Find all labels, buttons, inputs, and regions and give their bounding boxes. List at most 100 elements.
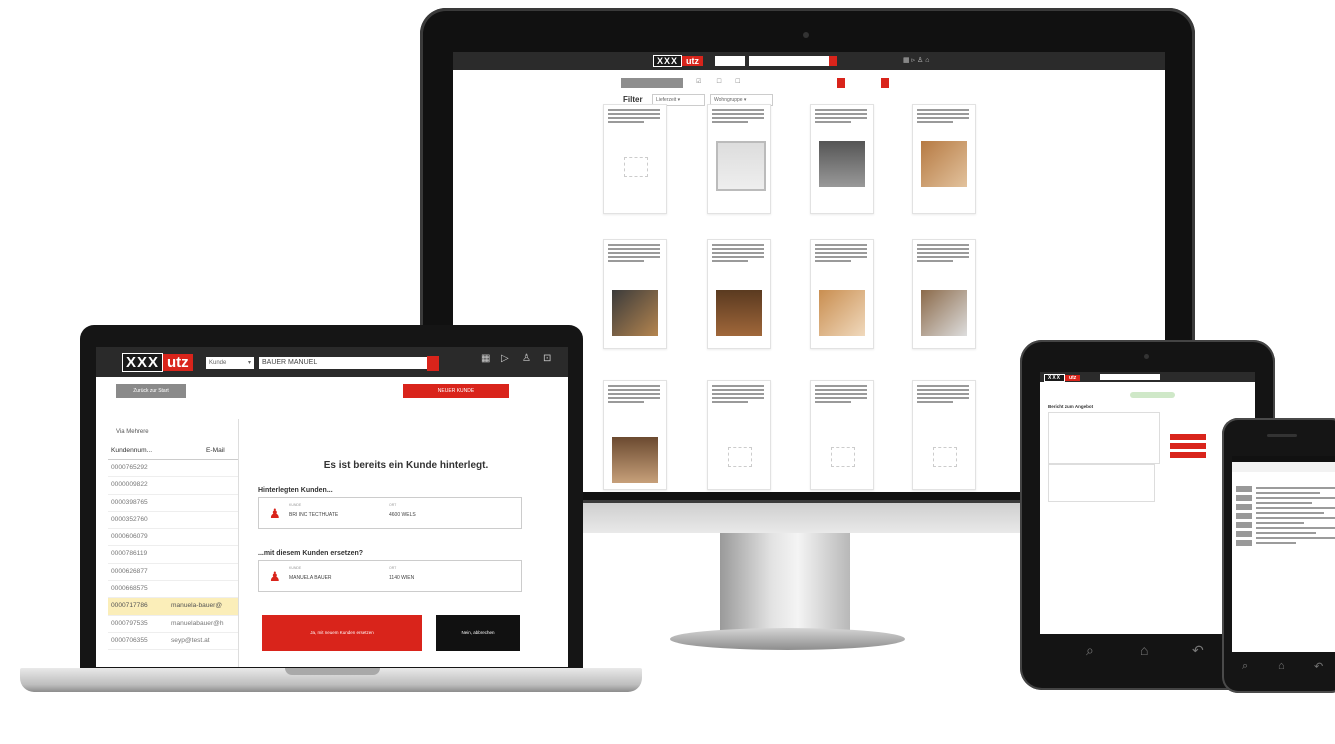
laptop-logo: XXX utz [122,353,193,372]
current-customer-card[interactable]: ♟ KUNDE BRI INC TECTHUATE ORT 4600 WELS [258,497,522,529]
phone-home-icon[interactable]: ⌂ [1278,660,1285,672]
product-card[interactable] [707,104,771,214]
customer1-name: BRI INC TECTHUATE [289,512,339,518]
customer-number-cell: 0000765292 [111,464,148,471]
back-button-label: Zurück zur Start [133,388,169,394]
wall-unit-image [921,290,967,336]
cart-icon[interactable]: ⊡ [543,353,551,364]
customer-number-cell: 0000352760 [111,515,148,523]
confirm-replace-button[interactable]: Ja, mit neuem Kunden ersetzen [262,615,422,651]
tablet-home-icon[interactable]: ⌂ [1140,642,1148,658]
product-card[interactable] [912,380,976,490]
search-category-select[interactable]: Kunde ▾ [206,357,254,369]
customer2-name-label: KUNDE [289,566,302,570]
customer-number-cell: 0000626877 [111,567,148,575]
tablet-red-button-1[interactable] [1170,434,1206,440]
new-customer-card[interactable]: ♟ KUNDE MANUELA BAUER ORT 1140 WIEN [258,560,522,592]
monitor-date-red-1[interactable] [837,78,845,88]
customer-number-cell: 0000668575 [111,585,148,593]
new-customer-button[interactable]: NEUER KUNDE [403,384,509,398]
product-card[interactable] [912,104,976,214]
email-cell: manuelabauer@h [171,619,224,627]
customer2-city-label: ORT [389,566,397,570]
monitor-camera [803,32,809,38]
monitor-stand [720,533,850,643]
tablet-title: Bericht zum Angebot [1048,404,1094,409]
product-card[interactable] [707,239,771,349]
product-card[interactable] [603,380,667,490]
wall-unit-image [716,290,762,336]
placeholder-image-icon [728,447,752,467]
monitor-date-red-2[interactable] [881,78,889,88]
table-row[interactable]: 0000626877 [108,564,238,582]
monitor-filter-label: Filter [623,95,643,104]
wall-unit-image [921,141,967,187]
phone-back-icon[interactable]: ↶ [1314,660,1323,673]
cancel-button[interactable]: Nein, abbrechen [436,615,520,651]
list-column-headers: Kundennum... E-Mail [108,443,238,460]
customer2-name: MANUELA BAUER [289,575,332,581]
tablet-list-panel [1048,464,1155,502]
table-row[interactable]: 0000765292 [108,460,238,478]
phone-speaker [1267,434,1297,437]
tablet-back-icon[interactable]: ↶ [1192,642,1204,659]
laptop-header: XXX utz Kunde ▾ BAUER MANUEL ▦ ▷ ♙ ⊡ [96,347,568,377]
monitor-header-icons[interactable]: ▦ ▹ ♙ ⌂ [903,56,973,66]
table-row[interactable]: 0000009822 [108,477,238,495]
column-email[interactable]: E-Mail [206,443,225,459]
phone-toolbar [1232,462,1335,472]
search-input[interactable]: BAUER MANUEL [259,357,427,369]
filter-select-2-label: Wohngruppe [714,97,743,103]
table-row[interactable]: 0000786119 [108,546,238,564]
share-icon[interactable]: ▷ [501,353,509,364]
table-row[interactable]: 0000797535 manuelabauer@h [108,616,238,633]
tablet-search-icon[interactable]: ⌕ [1086,642,1094,659]
phone-search-icon[interactable]: ⌕ [1242,660,1248,673]
filter-select-1-label: Lieferzeit [656,97,677,103]
table-row[interactable]: 0000668575 [108,581,238,599]
tablet-red-button-2[interactable] [1170,443,1206,449]
column-customer-number[interactable]: Kundennum... [111,443,206,459]
product-card[interactable] [707,380,771,490]
customer-number-cell: 0000706355 [111,636,148,644]
monitor-tab-active[interactable] [621,78,683,88]
cancel-button-label: Nein, abbrechen [461,630,495,635]
tablet-red-button-3[interactable] [1170,452,1206,458]
logo-xxx: XXX [1044,374,1066,382]
product-card[interactable] [603,104,667,214]
table-row[interactable]: 0000352760 [108,512,238,530]
monitor-search-input[interactable] [749,56,829,66]
table-row[interactable]: 0000706355 seyp@test.at [108,633,238,651]
tablet-form-panel [1048,412,1160,464]
logo-utz: utz [163,354,193,371]
table-row[interactable]: 0000398765 [108,495,238,512]
email-cell: seyp@test.at [171,636,210,644]
email-cell: manuela-bauer@ [171,602,223,610]
product-card[interactable] [912,239,976,349]
calculator-icon[interactable]: ▦ [481,353,490,364]
tablet-search-input[interactable] [1100,374,1160,380]
phone-text-body [1256,484,1335,547]
section2-title: ...mit diesem Kunden ersetzen? [258,550,364,557]
product-card[interactable] [810,380,874,490]
customer-list: 0000765292 0000009822 0000398765 0000352760… [108,460,238,651]
back-to-start-button[interactable]: Zurück zur Start [116,384,186,398]
product-card[interactable] [810,239,874,349]
user-icon[interactable]: ♙ [522,353,531,364]
customer-number-cell: 0000606079 [111,533,148,541]
product-card[interactable] [603,239,667,349]
phone-sidebar [1236,486,1252,546]
monitor-checkboxes[interactable]: ☑ ☐ ☐ [696,78,896,88]
table-row[interactable]: 0000606079 [108,529,238,547]
table-row[interactable]: 0000717786 manuela-bauer@ [108,598,238,616]
wall-unit-image [612,437,658,483]
search-button[interactable] [427,356,439,371]
customer1-city: 4600 WELS [389,512,416,518]
monitor-search-select[interactable] [715,56,745,66]
product-card[interactable] [810,104,874,214]
monitor-base [670,628,905,650]
customer-list-panel: Via Mehrere Kundennum... E-Mail 00007652… [108,419,239,667]
logo-xxx: XXX [653,55,683,67]
wall-unit-image [819,141,865,187]
monitor-search-button[interactable] [829,56,837,66]
